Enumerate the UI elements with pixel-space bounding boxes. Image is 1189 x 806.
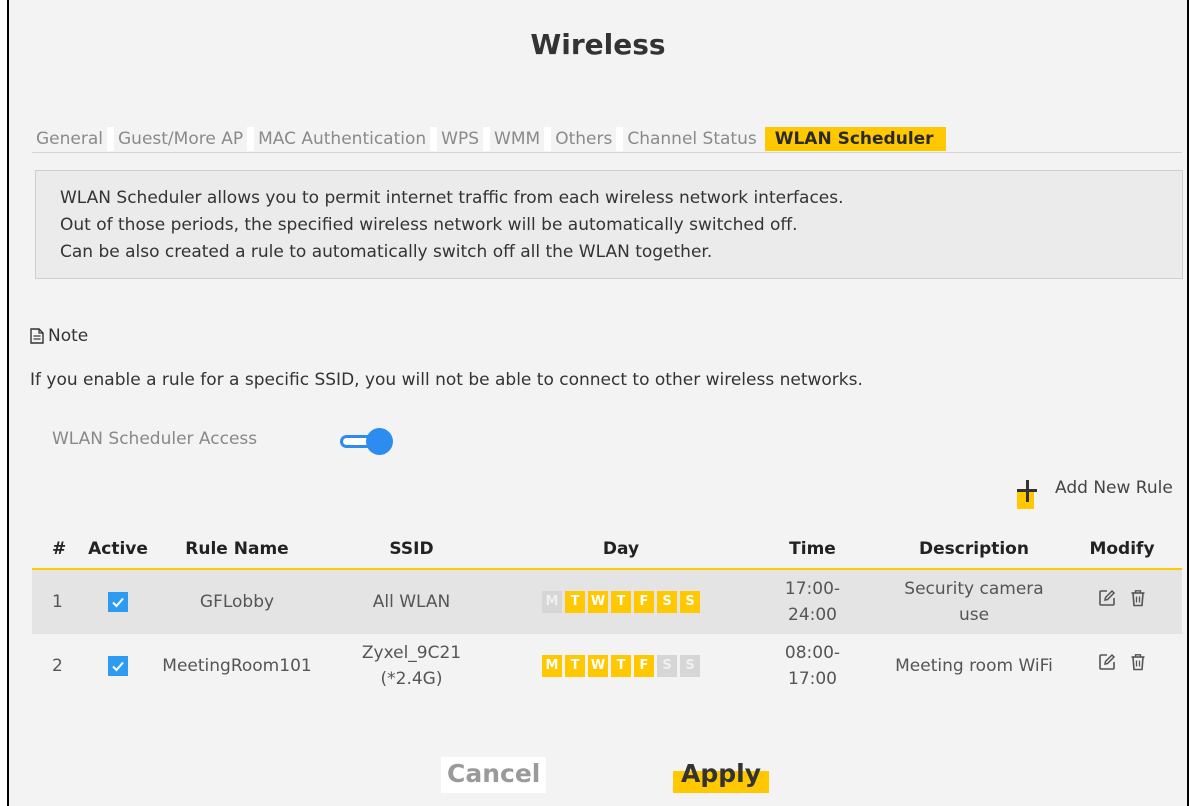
day-chips: M T W T F S S — [542, 591, 700, 613]
day-chips: M T W T F S S — [542, 655, 700, 677]
time-end: 17:00 — [788, 669, 837, 689]
time-start: 08:00- — [784, 643, 841, 663]
tab-separator — [544, 126, 552, 151]
day-chip: T — [611, 655, 631, 677]
apply-button[interactable]: Apply — [673, 757, 770, 793]
tab-separator — [430, 126, 438, 151]
active-checkbox[interactable] — [108, 656, 128, 676]
info-line: Out of those periods, the specified wire… — [60, 215, 798, 235]
tab-channel-status[interactable]: Channel Status — [623, 126, 761, 151]
check-icon — [112, 661, 124, 672]
ssid-line: All WLAN — [372, 592, 451, 612]
wlan-scheduler-access-toggle[interactable] — [340, 428, 394, 455]
description-line: use — [958, 605, 990, 625]
tab-separator — [616, 126, 624, 151]
time-end: 24:00 — [788, 605, 837, 625]
add-new-rule-label: Add New Rule — [1055, 478, 1173, 498]
day-chip: M — [542, 591, 562, 613]
ssid-line: (*2.4G) — [380, 669, 443, 689]
info-line: Can be also created a rule to automatica… — [60, 242, 713, 262]
day-cell: M T W T F S S — [503, 653, 739, 679]
rules-table: # Active Rule Name SSID Day Time Descrip… — [32, 530, 1182, 698]
header-day: Day — [602, 539, 640, 559]
modify-cell — [1062, 653, 1182, 679]
day-chip: S — [680, 591, 700, 613]
table-row: 2 MeetingRoom101 Zyxel_9C21 (*2.4G) M T … — [32, 634, 1182, 698]
trash-icon[interactable] — [1130, 653, 1146, 671]
day-chip: W — [588, 655, 608, 677]
tab-guest-more-ap[interactable]: Guest/More AP — [114, 126, 248, 151]
ssid-line: Zyxel_9C21 — [361, 643, 462, 663]
description-line: Meeting room WiFi — [895, 656, 1053, 676]
tab-wps[interactable]: WPS — [437, 126, 484, 151]
day-chip: S — [657, 591, 677, 613]
table-row: 1 GFLobby All WLAN M T W T F S S 17:00- … — [32, 570, 1182, 634]
day-chip: F — [634, 655, 654, 677]
info-box: WLAN Scheduler allows you to permit inte… — [35, 170, 1183, 279]
tab-general[interactable]: General — [32, 126, 107, 151]
tab-others[interactable]: Others — [551, 126, 617, 151]
table-header: # Active Rule Name SSID Day Time Descrip… — [32, 530, 1182, 570]
tab-mac-authentication[interactable]: MAC Authentication — [254, 126, 431, 151]
header-description: Description — [919, 539, 1029, 559]
note-text: If you enable a rule for a specific SSID… — [30, 370, 863, 390]
active-checkbox[interactable] — [108, 592, 128, 612]
day-chip: T — [611, 591, 631, 613]
info-line: WLAN Scheduler allows you to permit inte… — [60, 188, 844, 208]
day-chip: T — [565, 591, 585, 613]
day-chip: W — [588, 591, 608, 613]
page-title: Wireless — [530, 28, 666, 61]
toggle-knob — [366, 428, 393, 455]
header-ssid: SSID — [389, 539, 434, 559]
note-title: Note — [48, 326, 89, 346]
day-chip: F — [634, 591, 654, 613]
rule-name: GFLobby — [199, 592, 275, 612]
time-cell: 17:00- 24:00 — [739, 576, 886, 628]
day-cell: M T W T F S S — [503, 589, 739, 615]
edit-icon[interactable] — [1098, 589, 1116, 607]
tab-wmm[interactable]: WMM — [490, 126, 545, 151]
description-cell: Meeting room WiFi — [886, 653, 1062, 679]
header-rule-name: Rule Name — [185, 539, 289, 559]
day-chip: M — [542, 655, 562, 677]
tab-separator — [483, 126, 491, 151]
ssid-cell: Zyxel_9C21 (*2.4G) — [320, 640, 503, 692]
trash-icon[interactable] — [1130, 589, 1146, 607]
rule-name: MeetingRoom101 — [162, 656, 312, 676]
note-icon — [30, 328, 44, 344]
time-cell: 08:00- 17:00 — [739, 640, 886, 692]
day-chip: S — [680, 655, 700, 677]
app-frame: Wireless General Guest/More AP MAC Authe… — [7, 0, 1189, 806]
modify-cell — [1062, 589, 1182, 615]
cancel-button[interactable]: Cancel — [441, 757, 547, 793]
row-number: 1 — [52, 592, 63, 612]
edit-icon[interactable] — [1098, 653, 1116, 671]
plus-icon — [1017, 478, 1041, 510]
description-line: Security camera — [904, 579, 1044, 599]
check-icon — [112, 597, 124, 608]
header-active: Active — [88, 539, 148, 559]
active-cell — [82, 589, 154, 615]
day-chip: S — [657, 655, 677, 677]
tab-bar: General Guest/More AP MAC Authentication… — [32, 125, 1182, 153]
time-start: 17:00- — [784, 579, 841, 599]
ssid-cell: All WLAN — [320, 589, 503, 615]
wlan-scheduler-access-label: WLAN Scheduler Access — [52, 429, 258, 449]
note-heading: Note — [30, 326, 88, 346]
row-number: 2 — [52, 656, 63, 676]
header-num: # — [52, 539, 67, 559]
header-modify: Modify — [1089, 539, 1155, 559]
active-cell — [82, 653, 154, 679]
description-cell: Security camera use — [886, 576, 1062, 628]
add-new-rule-button[interactable]: Add New Rule — [1017, 478, 1173, 510]
tab-wlan-scheduler[interactable]: WLAN Scheduler — [764, 126, 946, 151]
tab-separator — [107, 126, 114, 151]
tab-separator — [247, 126, 255, 151]
header-time: Time — [789, 539, 836, 559]
day-chip: T — [565, 655, 585, 677]
